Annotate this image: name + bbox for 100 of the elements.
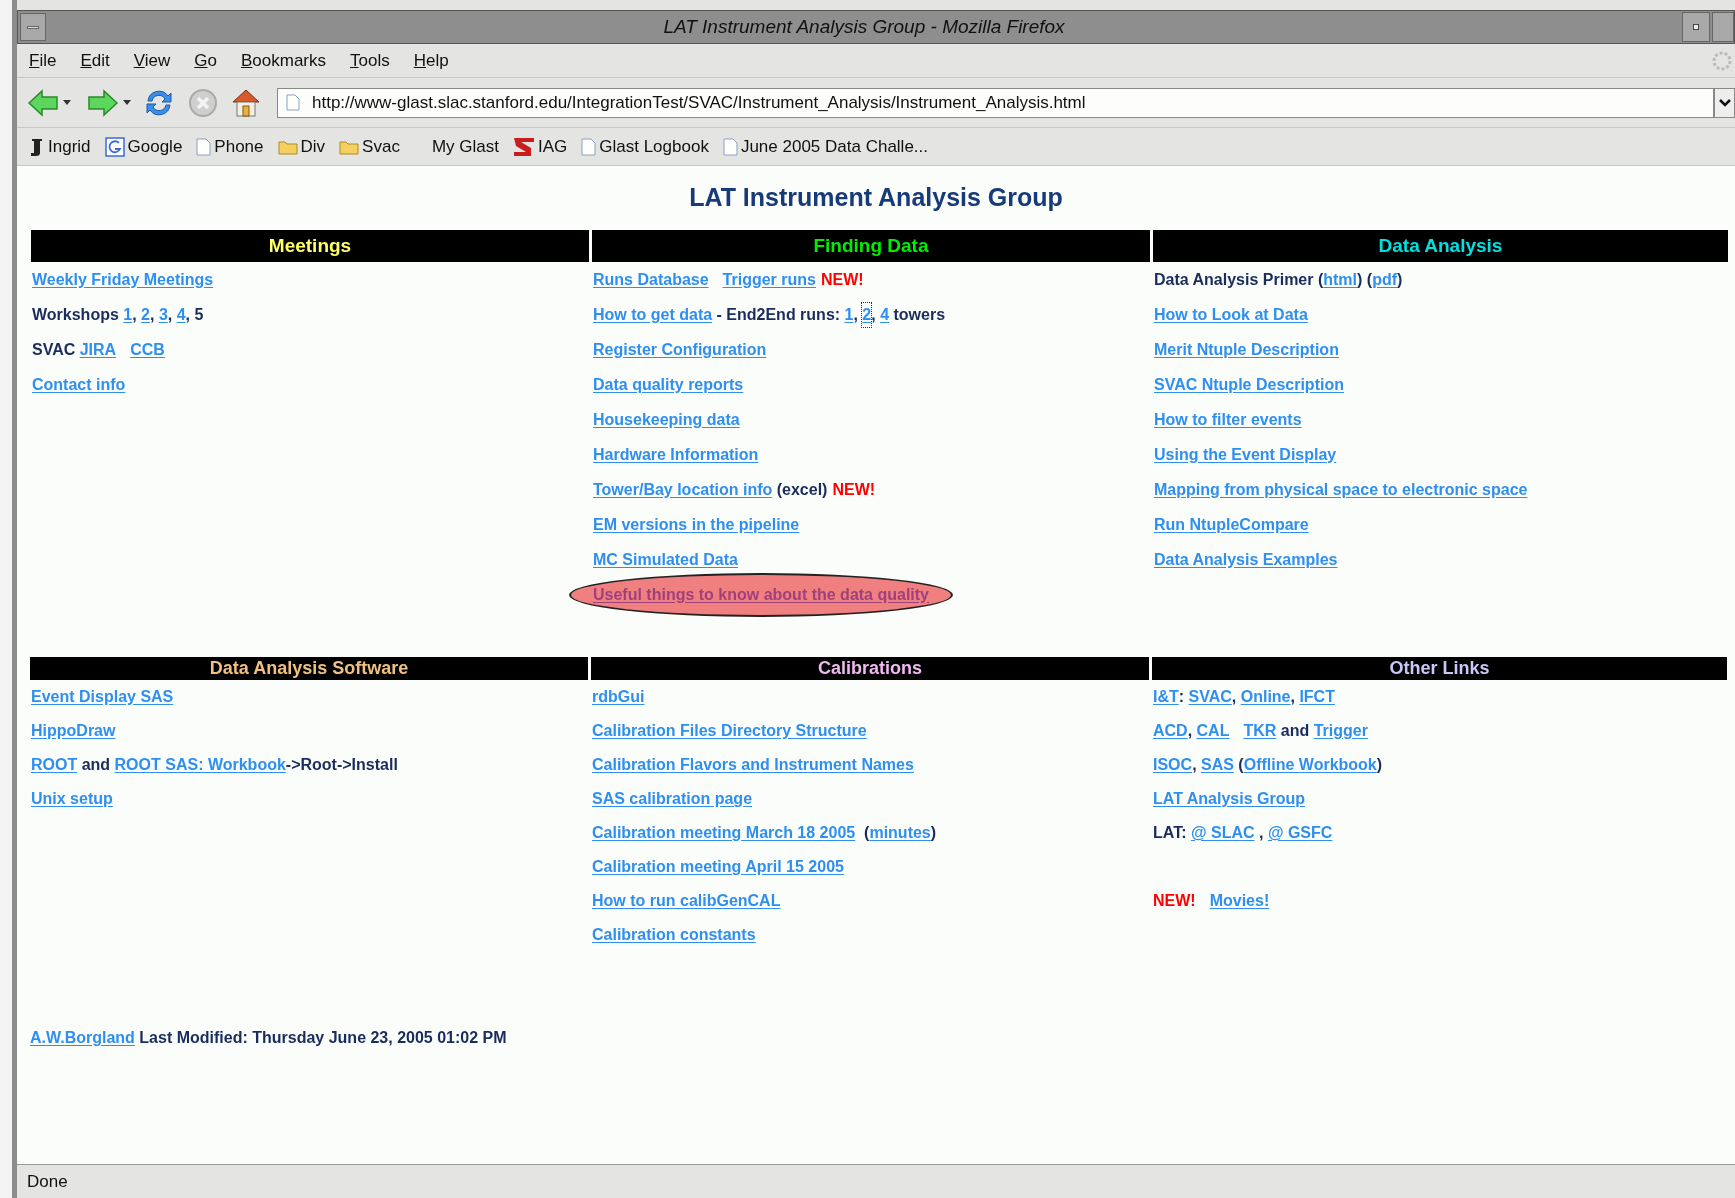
minimize-button[interactable] <box>1682 12 1710 42</box>
link[interactable]: Offline Workbook <box>1243 753 1377 777</box>
bookmark-item[interactable]: Google <box>104 133 183 160</box>
link[interactable]: Run NtupleCompare <box>1154 512 1309 537</box>
link[interactable]: Calibration meeting March 18 2005 <box>592 821 856 845</box>
link[interactable]: LAT Analysis Group <box>1153 787 1305 811</box>
link[interactable]: Merit Ntuple Description <box>1154 337 1339 362</box>
link[interactable]: Hardware Information <box>593 442 759 467</box>
link[interactable]: @ GSFC <box>1267 821 1333 845</box>
link[interactable]: Housekeeping data <box>593 407 740 432</box>
folder-icon <box>277 138 298 155</box>
link[interactable]: Data Analysis Examples <box>1154 547 1338 572</box>
link[interactable]: pdf <box>1372 267 1398 292</box>
link[interactable]: 1 <box>844 302 854 327</box>
link[interactable]: html <box>1323 267 1358 292</box>
link[interactable]: SAS <box>1201 753 1234 777</box>
link[interactable]: How to filter events <box>1154 407 1302 432</box>
link[interactable]: SAS calibration page <box>592 787 753 811</box>
dropdown-icon[interactable] <box>123 99 131 106</box>
link[interactable]: Calibration Flavors and Instrument Names <box>592 753 914 777</box>
link[interactable]: ROOT SAS: Workbook <box>114 753 286 777</box>
link[interactable]: Online <box>1240 685 1291 709</box>
link[interactable]: 2 <box>862 302 872 327</box>
new-label: NEW! <box>820 269 864 290</box>
link[interactable]: Event Display SAS <box>31 685 174 709</box>
link[interactable]: How to get data <box>593 302 713 327</box>
link[interactable]: A.W.Borgland <box>30 1026 135 1050</box>
bookmark-item[interactable]: IAG <box>512 133 568 160</box>
link[interactable]: Useful things to know about the data quality <box>593 582 929 607</box>
link[interactable]: HippoDraw <box>31 719 116 743</box>
link[interactable]: How to run calibGenCAL <box>592 889 781 913</box>
throbber-icon <box>1711 49 1733 72</box>
link[interactable]: SVAC Ntuple Description <box>1154 372 1344 397</box>
link[interactable]: SVAC <box>1188 685 1232 709</box>
bookmark-item[interactable]: Glast Logbook <box>581 133 709 160</box>
bookmark-item[interactable]: My Glast <box>431 133 499 160</box>
link[interactable]: Calibration constants <box>592 923 756 947</box>
link[interactable]: MC Simulated Data <box>593 547 738 572</box>
bookmark-item[interactable]: Div <box>277 133 326 160</box>
bookmark-item[interactable]: Ingrid <box>29 133 91 160</box>
window-menu-button[interactable] <box>20 13 46 41</box>
link[interactable]: ROOT <box>31 753 78 777</box>
link[interactable]: Mapping from physical space to electronic space <box>1154 477 1528 502</box>
plain-text: , <box>1187 721 1194 741</box>
menu-item[interactable]: Edit <box>80 47 110 74</box>
bookmark-item[interactable]: Phone <box>196 133 264 160</box>
link[interactable]: Data quality reports <box>593 372 744 397</box>
bookmark-item[interactable]: June 2005 Data Challe... <box>722 133 928 160</box>
link[interactable]: Register Configuration <box>593 337 767 362</box>
link[interactable]: Calibration meeting April 15 2005 <box>592 855 844 879</box>
link[interactable]: Calibration Files Directory Structure <box>592 719 867 743</box>
link[interactable]: ISOC <box>1153 753 1193 777</box>
section-title: Data Analysis Software <box>209 658 409 678</box>
plain-text: (excel) <box>775 479 828 500</box>
menu-item[interactable]: Bookmarks <box>241 47 326 74</box>
link[interactable]: ACD <box>1153 719 1188 743</box>
link[interactable]: CCB <box>130 337 165 362</box>
link[interactable]: 2 <box>141 302 150 327</box>
plain-text: , <box>1290 687 1296 707</box>
plain-text: , <box>150 304 156 325</box>
link[interactable]: JIRA <box>79 337 117 362</box>
new-label: NEW! <box>1153 891 1196 911</box>
link[interactable]: TKR <box>1243 719 1277 743</box>
address-bar[interactable]: http://www-glast.slac.stanford.edu/IntegrationTest/SVAC/Instrument_Analysis/Instrument_Analysis.html <box>277 87 1714 118</box>
link[interactable]: 4 <box>880 302 890 327</box>
link[interactable]: @ SLAC <box>1190 821 1255 845</box>
link[interactable]: Trigger runs <box>722 267 816 292</box>
link[interactable]: Weekly Friday Meetings <box>32 267 214 292</box>
menu-item[interactable]: Go <box>194 47 217 74</box>
link[interactable]: Using the Event Display <box>1154 442 1337 467</box>
link[interactable]: EM versions in the pipeline <box>593 512 800 537</box>
plain-text: , <box>167 304 174 325</box>
url-dropdown-button[interactable] <box>1714 87 1735 118</box>
bookmark-icon <box>29 136 45 157</box>
link[interactable]: Contact info <box>32 372 126 397</box>
link[interactable]: Tower/Bay location info <box>593 477 773 502</box>
link[interactable]: IFCT <box>1299 685 1335 709</box>
new-label: NEW! <box>832 479 876 500</box>
maximize-button[interactable] <box>1712 12 1734 42</box>
link[interactable]: Trigger <box>1313 719 1368 743</box>
link[interactable]: rdbGui <box>592 685 645 709</box>
link[interactable]: 1 <box>123 302 133 327</box>
bookmark-item[interactable]: Svac <box>339 133 400 160</box>
menu-item[interactable]: Help <box>413 47 449 74</box>
link[interactable]: 3 <box>158 302 168 327</box>
link[interactable]: I&T <box>1153 685 1179 709</box>
link[interactable]: Runs Database <box>593 267 709 292</box>
menu-item[interactable]: View <box>133 47 171 74</box>
link[interactable]: Unix setup <box>31 787 113 811</box>
link[interactable]: How to Look at Data <box>1154 302 1308 327</box>
plain-text: SVAC <box>32 339 77 360</box>
menu-item[interactable]: File <box>29 47 57 74</box>
link[interactable]: 4 <box>176 302 186 327</box>
link[interactable]: minutes <box>869 821 931 845</box>
menu-item[interactable]: Tools <box>350 47 390 74</box>
link[interactable]: Movies! <box>1209 889 1270 913</box>
link[interactable]: CAL <box>1196 719 1230 743</box>
folder-icon <box>339 138 360 155</box>
plain-text: , <box>871 304 877 325</box>
dropdown-icon[interactable] <box>63 99 71 106</box>
